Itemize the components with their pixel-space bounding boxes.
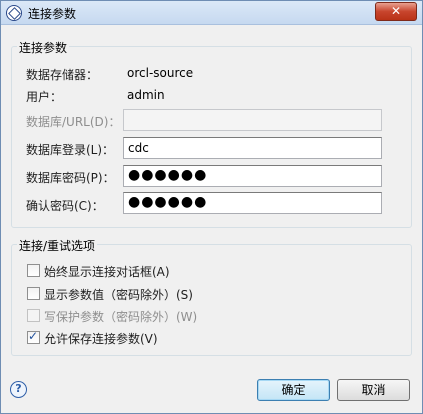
show-parameter-values-label: 显示参数值（密码除外）(S) [44, 288, 193, 302]
confirm-password-field[interactable]: ●●●●●● [123, 192, 382, 214]
db-password-label: 数据库密码(P)： [26, 171, 115, 185]
write-protect-parameters-checkbox [27, 309, 40, 322]
confirm-password-label: 确认密码(C)： [26, 199, 104, 213]
ok-button[interactable]: 确定 [257, 379, 330, 401]
allow-save-parameters-label: 允许保存连接参数(V) [44, 332, 158, 346]
show-parameter-values-checkbox[interactable] [27, 287, 40, 300]
window-title: 连接参数 [28, 7, 77, 21]
db-password-field[interactable]: ●●●●●● [123, 165, 382, 187]
close-button[interactable]: ✕ [375, 2, 417, 21]
always-show-dialog-checkbox[interactable] [27, 264, 40, 277]
user-value: admin [127, 88, 165, 102]
app-icon [6, 5, 22, 21]
repository-label: 数据存储器： [26, 68, 99, 82]
repository-value: orcl-source [127, 66, 194, 80]
help-icon[interactable]: ? [10, 381, 27, 398]
db-url-label: 数据库/URL(D)： [26, 115, 121, 129]
allow-save-parameters-checkbox[interactable]: ✓ [27, 329, 40, 344]
db-login-label: 数据库登录(L)： [26, 143, 115, 157]
db-url-field [123, 109, 382, 131]
dialog-window: 连接参数 ✕ 连接参数 数据存储器： orcl-source 用户： admin… [0, 0, 423, 414]
connection-parameters-caption: 连接参数 [17, 39, 70, 56]
cancel-button[interactable]: 取消 [337, 379, 410, 401]
db-login-field[interactable]: cdc [123, 137, 382, 159]
user-label: 用户： [26, 90, 63, 104]
title-bar: 连接参数 ✕ [1, 1, 422, 25]
write-protect-parameters-label: 写保护参数（密码除外）(W) [44, 310, 198, 324]
always-show-dialog-label: 始终显示连接对话框(A) [44, 265, 170, 279]
connection-retry-options-caption: 连接/重试选项 [17, 237, 98, 254]
checkmark-icon: ✓ [28, 329, 39, 343]
